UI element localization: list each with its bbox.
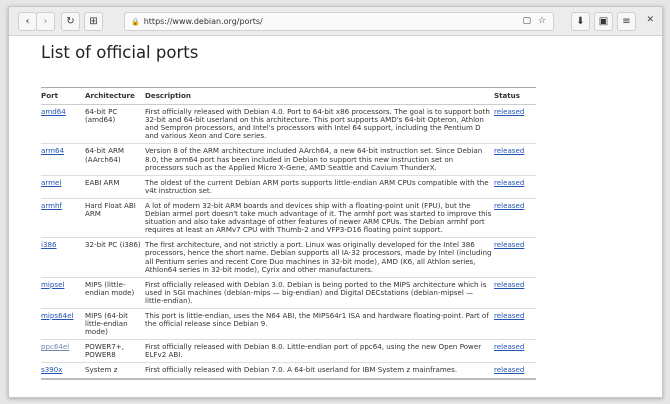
browser-window: ‹ › ↻ ⊞ 🔒 https://www.debian.org/ports/ …	[8, 6, 663, 398]
description-cell: First officially released with Debian 4.…	[145, 104, 494, 145]
table-row: arm64 64-bit ARM (AArch64) Version 8 of …	[41, 143, 536, 176]
status-link[interactable]: released	[494, 107, 524, 116]
header-architecture: Architecture	[85, 87, 145, 106]
status-link[interactable]: released	[494, 240, 524, 249]
status-link[interactable]: released	[494, 342, 524, 351]
port-link[interactable]: arm64	[41, 146, 64, 155]
table-row: amd64 64-bit PC (amd64) First officially…	[41, 104, 536, 145]
architecture-cell: EABI ARM	[85, 175, 145, 199]
description-cell: First officially released with Debian 8.…	[145, 339, 494, 364]
status-link[interactable]: released	[494, 146, 524, 155]
description-cell: Version 8 of the ARM architecture includ…	[145, 143, 494, 176]
page-title: List of official ports	[41, 43, 199, 62]
port-link[interactable]: mipsel	[41, 280, 64, 289]
close-icon[interactable]: ✕	[646, 15, 654, 25]
table-row: s390x System z First officially released…	[41, 362, 536, 380]
architecture-cell: POWER7+, POWER8	[85, 339, 145, 364]
ports-table: Port Architecture Description Status amd…	[41, 87, 536, 380]
status-link[interactable]: released	[494, 201, 524, 210]
port-link[interactable]: armhf	[41, 201, 62, 210]
status-link[interactable]: released	[494, 178, 524, 187]
library-button[interactable]: ▣	[594, 12, 613, 31]
architecture-cell: 32-bit PC (i386)	[85, 237, 145, 278]
description-cell: First officially released with Debian 7.…	[145, 362, 494, 380]
architecture-cell: 64-bit ARM (AArch64)	[85, 143, 145, 176]
table-row: ppc64el POWER7+, POWER8 First officially…	[41, 339, 536, 364]
port-link[interactable]: i386	[41, 240, 57, 249]
reader-mode-icon[interactable]: ▢	[522, 16, 531, 26]
downloads-button[interactable]: ⬇	[571, 12, 590, 31]
port-link[interactable]: s390x	[41, 365, 62, 374]
architecture-cell: MIPS (little-endian mode)	[85, 277, 145, 309]
port-link[interactable]: amd64	[41, 107, 66, 116]
header-port: Port	[41, 87, 85, 106]
status-link[interactable]: released	[494, 311, 524, 320]
browser-toolbar: ‹ › ↻ ⊞ 🔒 https://www.debian.org/ports/ …	[9, 7, 662, 36]
reload-button[interactable]: ↻	[61, 12, 80, 31]
description-cell: The oldest of the current Debian ARM por…	[145, 175, 494, 199]
new-tab-button[interactable]: ⊞	[84, 12, 103, 31]
description-cell: This port is little-endian, uses the N64…	[145, 308, 494, 341]
status-link[interactable]: released	[494, 365, 524, 374]
table-row: mipsel MIPS (little-endian mode) First o…	[41, 277, 536, 309]
architecture-cell: System z	[85, 362, 145, 380]
page-content: List of official ports Port Architecture…	[41, 37, 541, 380]
url-bar[interactable]: 🔒 https://www.debian.org/ports/ ▢ ☆	[124, 12, 554, 31]
header-status: Status	[494, 87, 536, 106]
forward-button[interactable]: ›	[36, 12, 55, 31]
menu-button[interactable]: ≡	[617, 12, 636, 31]
header-description: Description	[145, 87, 494, 106]
architecture-cell: MIPS (64-bit little-endian mode)	[85, 308, 145, 341]
bookmark-star-icon[interactable]: ☆	[538, 16, 546, 26]
port-link[interactable]: mips64el	[41, 311, 73, 320]
url-text: https://www.debian.org/ports/	[143, 17, 263, 26]
lock-icon: 🔒	[131, 17, 140, 26]
description-cell: A lot of modern 32-bit ARM boards and de…	[145, 198, 494, 239]
description-cell: First officially released with Debian 3.…	[145, 277, 494, 309]
port-link[interactable]: ppc64el	[41, 342, 69, 351]
status-link[interactable]: released	[494, 280, 524, 289]
port-link[interactable]: armel	[41, 178, 61, 187]
back-button[interactable]: ‹	[18, 12, 37, 31]
table-row: armhf Hard Float ABI ARM A lot of modern…	[41, 198, 536, 239]
table-row: armel EABI ARM The oldest of the current…	[41, 175, 536, 199]
table-row: mips64el MIPS (64-bit little-endian mode…	[41, 308, 536, 341]
description-cell: The first architecture, and not strictly…	[145, 237, 494, 278]
architecture-cell: Hard Float ABI ARM	[85, 198, 145, 239]
table-row: i386 32-bit PC (i386) The first architec…	[41, 237, 536, 278]
architecture-cell: 64-bit PC (amd64)	[85, 104, 145, 145]
